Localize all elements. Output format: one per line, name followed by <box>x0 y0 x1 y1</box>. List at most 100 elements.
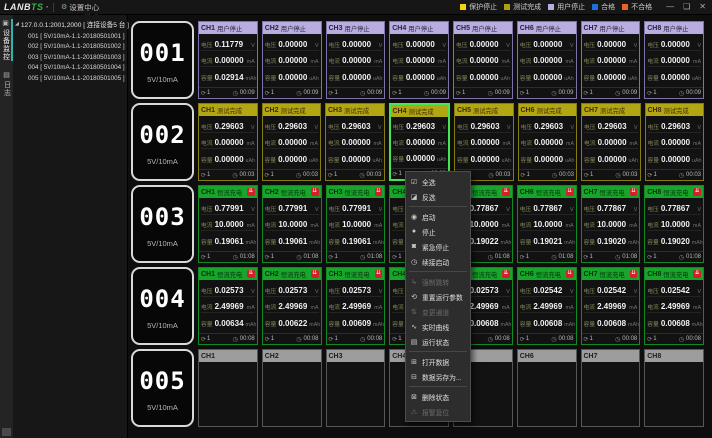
voltage-unit: V <box>634 289 638 295</box>
context-menu-item-stop[interactable]: ●停止 <box>406 224 470 239</box>
channel-card-footer: ⟳1◷00:09 <box>645 87 703 98</box>
channel-card[interactable]: CH5用户停止电压0.00000V电流0.00000mA容量0.00000uAh… <box>453 21 513 99</box>
voltage-row: 电压0.77867V <box>647 203 701 215</box>
capacity-row: 容量0.00000uAh <box>201 154 255 165</box>
capacity-row: 容量0.00000uAh <box>457 154 511 165</box>
elapsed-time-value: 00:03 <box>303 172 318 178</box>
channel-card[interactable]: CH3恒流充电⇊电压0.02573V电流2.49969mA容量0.00609mA… <box>326 267 386 345</box>
channel-card[interactable]: CH1恒流充电⇊电压0.77991V电流10.0000mA容量0.19061mA… <box>198 185 258 263</box>
channel-card-footer: ⟳1◷00:03 <box>199 169 257 180</box>
voltage-row: 电压0.29603V <box>584 121 638 133</box>
voltage-label: 电压 <box>392 204 404 213</box>
channel-card[interactable]: CH6用户停止电压0.00000V电流0.00000mA容量0.00000uAh… <box>517 21 577 99</box>
device-panel[interactable]: 0045V/10mA <box>131 267 194 345</box>
channel-card[interactable]: CH3电压电流容量⟳◷ <box>326 349 386 427</box>
context-menu-item-emergency-stop[interactable]: ◙紧急停止 <box>406 239 470 254</box>
channel-card[interactable]: CH6恒流充电⇊电压0.02542V电流2.49969mA容量0.00608mA… <box>517 267 577 345</box>
current-row: 电流0.00000mA <box>647 55 701 67</box>
cycle-count: 1 <box>653 254 656 260</box>
sidebar-tab-log[interactable]: ▤日志 <box>2 71 12 97</box>
channel-card[interactable]: CH6测试完成电压0.29603V电流0.00000mA容量0.00000uAh… <box>518 103 578 181</box>
context-menu-item-save-data-as[interactable]: ⊟数据另存为... <box>406 369 470 384</box>
tree-expand-icon: ◢ <box>15 21 19 27</box>
current-row: 电流10.0000mA <box>329 219 383 231</box>
channel-card[interactable]: CH7恒流充电⇊电压0.77867V电流10.0000mA容量0.19020mA… <box>581 185 641 263</box>
channel-card[interactable]: CH1测试完成电压0.29603V电流0.00000mA容量0.00000uAh… <box>198 103 258 181</box>
tree-item-device[interactable]: 001 [ 5V/10mA-1.1-20180501001 ] <box>15 29 127 40</box>
channel-card[interactable]: CH8恒流充电⇊电压0.02542V电流2.49969mA容量0.00608mA… <box>644 267 704 345</box>
channel-card[interactable]: CH8恒流充电⇊电压0.77867V电流10.0000mA容量0.19020mA… <box>644 185 704 263</box>
capacity-unit: mAh <box>692 240 703 246</box>
voltage-row: 电压0.77867V <box>520 203 574 215</box>
channel-card[interactable]: CH7电压电流容量⟳◷ <box>581 349 641 427</box>
channel-card[interactable]: CH3用户停止电压0.00000V电流0.00000mA容量0.00000uAh… <box>326 21 386 99</box>
tree-item-device[interactable]: 003 [ 5V/10mA-1.1-20180501003 ] <box>15 50 127 61</box>
tree-root-node[interactable]: ◢ 127.0.0.1:2001,2000 [ 连接设备5 台 ] <box>15 19 127 29</box>
context-menu-item-realtime-curve[interactable]: ∿实时曲线 <box>406 319 470 334</box>
channel-card[interactable]: CH8电压电流容量⟳◷ <box>644 349 704 427</box>
channel-status: 测试完成 <box>664 106 689 115</box>
context-menu-item-resume-start[interactable]: ◷续接启动 <box>406 254 470 269</box>
menu-settings[interactable]: ⚙设置中心 <box>58 2 102 13</box>
device-panel[interactable]: 0015V/10mA <box>131 21 194 99</box>
tree-item-device[interactable]: 005 [ 5V/10mA-1.1-20180501005 ] <box>15 71 127 82</box>
channel-card[interactable]: CH6恒流充电⇊电压0.77867V电流10.0000mA容量0.19021mA… <box>517 185 577 263</box>
channel-card[interactable]: CH6电压电流容量⟳◷ <box>517 349 577 427</box>
context-menu-item-start[interactable]: ◉启动 <box>406 209 470 224</box>
context-menu-item-delete-status[interactable]: ⊠删除状态 <box>406 389 470 404</box>
channel-card-footer: ⟳1◷00:08 <box>327 333 385 344</box>
context-menu-item-run-status[interactable]: ▤运行状态 <box>406 334 470 349</box>
current-unit: mA <box>693 59 701 65</box>
current-row: 电流10.0000mA <box>201 219 255 231</box>
capacity-value: 0.00000 <box>342 155 371 164</box>
channel-card[interactable]: CH2电压电流容量⟳◷ <box>262 349 322 427</box>
channel-card[interactable]: CH3恒流充电⇊电压0.77991V电流10.0000mA容量0.19061mA… <box>326 185 386 263</box>
channel-readings: 电压0.77991V电流10.0000mA容量0.19061mAh <box>199 198 257 251</box>
channel-card[interactable]: CH1恒流充电⇊电压0.02573V电流2.49969mA容量0.00634mA… <box>198 267 258 345</box>
capacity-value: 0.00000 <box>471 155 500 164</box>
voltage-label: 电压 <box>647 286 659 295</box>
channel-card[interactable]: CH7恒流充电⇊电压0.02542V电流2.49969mA容量0.00608mA… <box>581 267 641 345</box>
device-panel[interactable]: 0025V/10mA <box>131 103 194 181</box>
device-panel[interactable]: 0055V/10mA <box>131 349 194 427</box>
channel-card[interactable]: CH1电压电流容量⟳◷ <box>198 349 258 427</box>
context-menu-item-invert-selection[interactable]: ◪反选 <box>406 189 470 204</box>
clock-icon: ◷ <box>232 90 237 97</box>
current-label: 电流 <box>265 302 277 311</box>
voltage-unit: V <box>570 207 574 213</box>
tree-item-device[interactable]: 002 [ 5V/10mA-1.1-20180501002 ] <box>15 40 127 51</box>
panel-toggle-button[interactable] <box>2 428 11 436</box>
voltage-row: 电压0.29603V <box>265 121 319 133</box>
device-panel[interactable]: 0035V/10mA <box>131 185 194 263</box>
channel-card[interactable]: CH3测试完成电压0.29603V电流0.00000mA容量0.00000uAh… <box>325 103 385 181</box>
maximize-button[interactable]: ❏ <box>683 3 690 11</box>
channel-card[interactable]: CH2恒流充电⇊电压0.02573V电流2.49969mA容量0.00622mA… <box>262 267 322 345</box>
capacity-row: 容量0.02914mAh <box>201 72 255 83</box>
cycle-icon: ⟳ <box>201 90 206 97</box>
clock-icon: ◷ <box>232 172 237 179</box>
channel-card[interactable]: CH8用户停止电压0.00000V电流0.00000mA容量0.00000uAh… <box>644 21 704 99</box>
sidebar-tab-device-monitor[interactable]: ▣设备监控 <box>1 19 13 61</box>
context-menu-item-reset-params[interactable]: ⟲重置运行参数 <box>406 289 470 304</box>
current-row: 电流0.00000mA <box>329 55 383 67</box>
elapsed-time-value: 00:08 <box>686 336 701 342</box>
channel-card[interactable]: CH2测试完成电压0.29603V电流0.00000mA容量0.00000uAh… <box>262 103 322 181</box>
elapsed-time: ◷00:08 <box>360 336 382 343</box>
context-menu-item-open-data[interactable]: ⊞打开数据 <box>406 354 470 369</box>
tree-item-device[interactable]: 004 [ 5V/10mA-1.1-20180501004 ] <box>15 61 127 72</box>
minimize-button[interactable]: — <box>666 3 674 11</box>
channel-card[interactable]: CH2用户停止电压0.00000V电流0.00000mA容量0.00000uAh… <box>262 21 322 99</box>
channel-card[interactable]: CH7用户停止电压0.00000V电流0.00000mA容量0.00000uAh… <box>581 21 641 99</box>
channel-card[interactable]: CH1用户停止电压0.11779V电流0.00000mA容量0.02914mAh… <box>198 21 258 99</box>
close-button[interactable]: ✕ <box>699 3 706 11</box>
channel-card[interactable]: CH5测试完成电压0.29603V电流0.00000mA容量0.00000uAh… <box>454 103 514 181</box>
capacity-row: 容量0.00622mAh <box>265 318 319 329</box>
channel-card[interactable]: CH4测试完成电压0.29603V电流0.00000mA容量0.00000uAh… <box>389 103 451 181</box>
channel-card[interactable]: CH4用户停止电压0.00000V电流0.00000mA容量0.00000uAh… <box>389 21 449 99</box>
channel-card[interactable]: CH8测试完成电压0.29603V电流0.00000mA容量0.00000uAh… <box>645 103 705 181</box>
channel-card[interactable]: CH7测试完成电压0.29603V电流0.00000mA容量0.00000uAh… <box>581 103 641 181</box>
channel-status: 恒流充电 <box>281 188 306 197</box>
save-data-as-icon: ⊟ <box>410 373 418 381</box>
channel-card[interactable]: CH2恒流充电⇊电压0.77991V电流10.0000mA容量0.19061mA… <box>262 185 322 263</box>
context-menu-item-select-all[interactable]: ☑全选 <box>406 174 470 189</box>
